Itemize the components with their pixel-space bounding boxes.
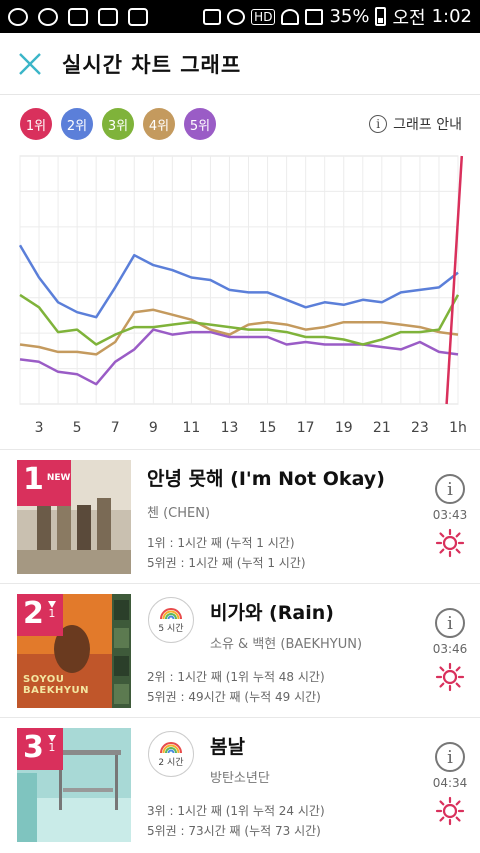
sun-icon[interactable] [435, 528, 465, 558]
x-tick-label: 1h [449, 420, 467, 436]
song-duration: 03:46 [432, 642, 468, 656]
rank-stat-top5: 5위권 : 49시간 째 (누적 49 시간) [147, 690, 321, 704]
app-notification-icon [8, 7, 28, 26]
rank-stat-current: 1위 : 1시간 째 (누적 1 시간) [147, 536, 295, 550]
song-actions: i 03:43 [432, 474, 468, 558]
mute-icon [203, 8, 222, 25]
hours-badge-text: 2 시간 [158, 757, 184, 768]
chart-grid [19, 155, 459, 405]
realtime-rank-chart: 3 5 7 9 11 13 15 17 19 21 23 1h [18, 155, 467, 436]
rank-stat-current: 2위 : 1시간 째 (1위 누적 48 시간) [147, 670, 325, 684]
header: 실시간 차트 그래프 [0, 33, 480, 95]
song-actions: i 04:34 [432, 742, 468, 826]
page-title: 실시간 차트 그래프 [62, 52, 242, 77]
x-tick-label: 9 [149, 420, 158, 436]
song-title: 안녕 못해 (I'm Not Okay) [147, 468, 385, 490]
status-bar: HD 35% 오전 1:02 [0, 0, 480, 33]
album-art[interactable]: 1 NEW [17, 460, 131, 574]
hd-voice-icon: HD [251, 8, 276, 25]
rank-stat-current: 3위 : 1시간 째 (1위 누적 24 시간) [147, 804, 325, 818]
x-tick-label: 15 [259, 420, 277, 436]
song-title: 봄날 [210, 736, 245, 758]
sun-icon[interactable] [435, 796, 465, 826]
rank-chip-2[interactable]: 2위 [61, 108, 93, 140]
x-tick-label: 3 [35, 420, 44, 436]
rank-number: 1 [23, 462, 44, 497]
rank-chip-4[interactable]: 4위 [143, 108, 175, 140]
song-info-icon[interactable]: i [435, 742, 465, 772]
clock: 1:02 [431, 6, 472, 27]
close-icon [19, 52, 41, 75]
song-info-icon[interactable]: i [435, 474, 465, 504]
album-art[interactable]: 3 1 [17, 728, 131, 842]
artist-name: 첸 (CHEN) [147, 506, 211, 521]
rank-change-value: 1 [48, 741, 56, 754]
rank-chip-5[interactable]: 5위 [184, 108, 216, 140]
rank-change-value: 1 [48, 607, 56, 620]
rank-number: 3 [23, 730, 44, 765]
close-button[interactable] [10, 44, 50, 84]
x-tick-label: 21 [373, 420, 391, 436]
x-tick-label: 19 [335, 420, 353, 436]
artist-name: 방탄소년단 [210, 771, 270, 786]
rank-chip-1[interactable]: 1위 [20, 108, 52, 140]
x-tick-label: 13 [221, 420, 239, 436]
song-duration: 04:34 [432, 776, 468, 790]
download-icon [128, 7, 148, 26]
rank-badge: 3 1 [17, 728, 63, 770]
wifi-icon [281, 8, 300, 25]
hours-at-top-badge: 2 시간 [148, 731, 194, 777]
graph-guide-label: 그래프 안내 [393, 117, 462, 133]
song-row-1[interactable]: 1 NEW 안녕 못해 (I'm Not Okay) 첸 (CHEN) 1위 :… [0, 450, 480, 582]
song-title: 비가와 (Rain) [210, 602, 334, 624]
rank-change: 1 [47, 735, 56, 754]
album-text: SOYOU BAEKHYUN [23, 674, 90, 696]
graph-guide-button[interactable]: i 그래프 안내 [369, 114, 462, 134]
song-duration: 03:43 [432, 508, 468, 522]
x-tick-label: 23 [411, 420, 429, 436]
gallery-icon [98, 7, 118, 26]
rank-number: 2 [23, 596, 44, 631]
x-tick-label: 5 [73, 420, 82, 436]
info-icon: i [369, 115, 388, 133]
mail-icon [68, 7, 88, 26]
rank-stat-top5: 5위권 : 1시간 째 (누적 1 시간) [147, 556, 306, 570]
battery-percent: 35% [329, 6, 370, 27]
rank-badge: 2 1 [17, 594, 63, 636]
alarm-icon [227, 8, 246, 25]
time-prefix: 오전 [392, 7, 426, 29]
chat-notification-icon [38, 7, 58, 26]
song-row-3[interactable]: 3 1 2 시간 봄날 방탄소년단 3위 : 1시간 째 (1위 누적 24 시… [0, 718, 480, 850]
artist-name: 소유 & 백현 (BAEKHYUN) [210, 637, 363, 652]
hours-at-top-badge: 5 시간 [148, 597, 194, 643]
rank-chip-3[interactable]: 3위 [102, 108, 134, 140]
rainbow-icon [160, 607, 182, 619]
rank-badge: 1 NEW [17, 460, 71, 506]
x-tick-label: 11 [182, 420, 200, 436]
rank-legend: 1위 2위 3위 4위 5위 [20, 108, 216, 140]
hours-badge-text: 5 시간 [158, 623, 184, 634]
rank-stat-top5: 5위권 : 73시간 째 (누적 73 시간) [147, 824, 321, 838]
song-info-icon[interactable]: i [435, 608, 465, 638]
rank-change: 1 [47, 601, 56, 620]
song-actions: i 03:46 [432, 608, 468, 692]
album-art[interactable]: 2 1 SOYOU BAEKHYUN [17, 594, 131, 708]
song-row-2[interactable]: 2 1 SOYOU BAEKHYUN 5 시간 비가와 (Rain) 소유 & … [0, 584, 480, 716]
battery-icon [375, 7, 387, 26]
x-tick-label: 17 [297, 420, 315, 436]
signal-icon [305, 8, 324, 25]
series-line-2 [18, 244, 459, 319]
new-badge: NEW [46, 473, 71, 483]
x-tick-label: 7 [111, 420, 120, 436]
rainbow-icon [160, 741, 182, 753]
sun-icon[interactable] [435, 662, 465, 692]
